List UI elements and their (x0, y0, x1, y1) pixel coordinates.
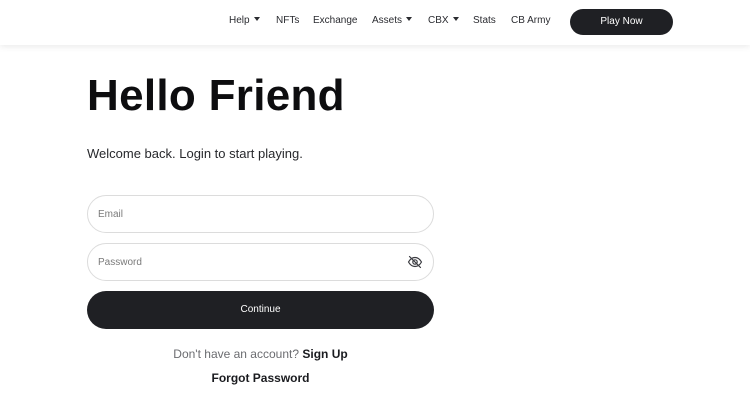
nav-item-assets[interactable]: Assets (372, 14, 413, 28)
nav-item-label: CBX (428, 15, 449, 26)
continue-button[interactable]: Continue (87, 291, 434, 329)
nav-item-label: NFTs (276, 15, 300, 26)
nav-item-label: Stats (473, 15, 496, 26)
top-navigation: Help NFTs Exchange Assets CBX Stats CB A… (0, 0, 750, 45)
signup-prompt: Don't have an account? Sign Up (87, 346, 434, 362)
play-now-button[interactable]: Play Now (570, 9, 673, 35)
email-field[interactable] (98, 196, 398, 232)
nav-item-exchange[interactable]: Exchange (313, 14, 357, 28)
nav-item-nfts[interactable]: NFTs (276, 14, 299, 28)
nav-item-label: Help (229, 15, 250, 26)
no-account-text: Don't have an account? (173, 347, 300, 361)
eye-slash-icon[interactable] (407, 255, 423, 269)
forgot-password-link[interactable]: Forgot Password (87, 370, 434, 386)
caret-down-icon (406, 17, 413, 22)
nav-item-stats[interactable]: Stats (473, 14, 496, 28)
nav-item-cbx[interactable]: CBX (428, 14, 459, 28)
password-field[interactable] (98, 244, 398, 280)
nav-item-cb-army[interactable]: CB Army (511, 14, 550, 28)
caret-down-icon (253, 17, 260, 22)
sign-up-link[interactable]: Sign Up (302, 347, 347, 361)
page-subtitle: Welcome back. Login to start playing. (87, 146, 303, 161)
email-field-container (87, 195, 434, 233)
nav-item-label: Assets (372, 15, 403, 26)
nav-item-help[interactable]: Help (229, 14, 260, 28)
caret-down-icon (452, 17, 459, 22)
password-field-container (87, 243, 434, 281)
nav-item-label: Exchange (313, 15, 358, 26)
page-title: Hello Friend (87, 71, 345, 120)
nav-item-label: CB Army (511, 15, 551, 26)
